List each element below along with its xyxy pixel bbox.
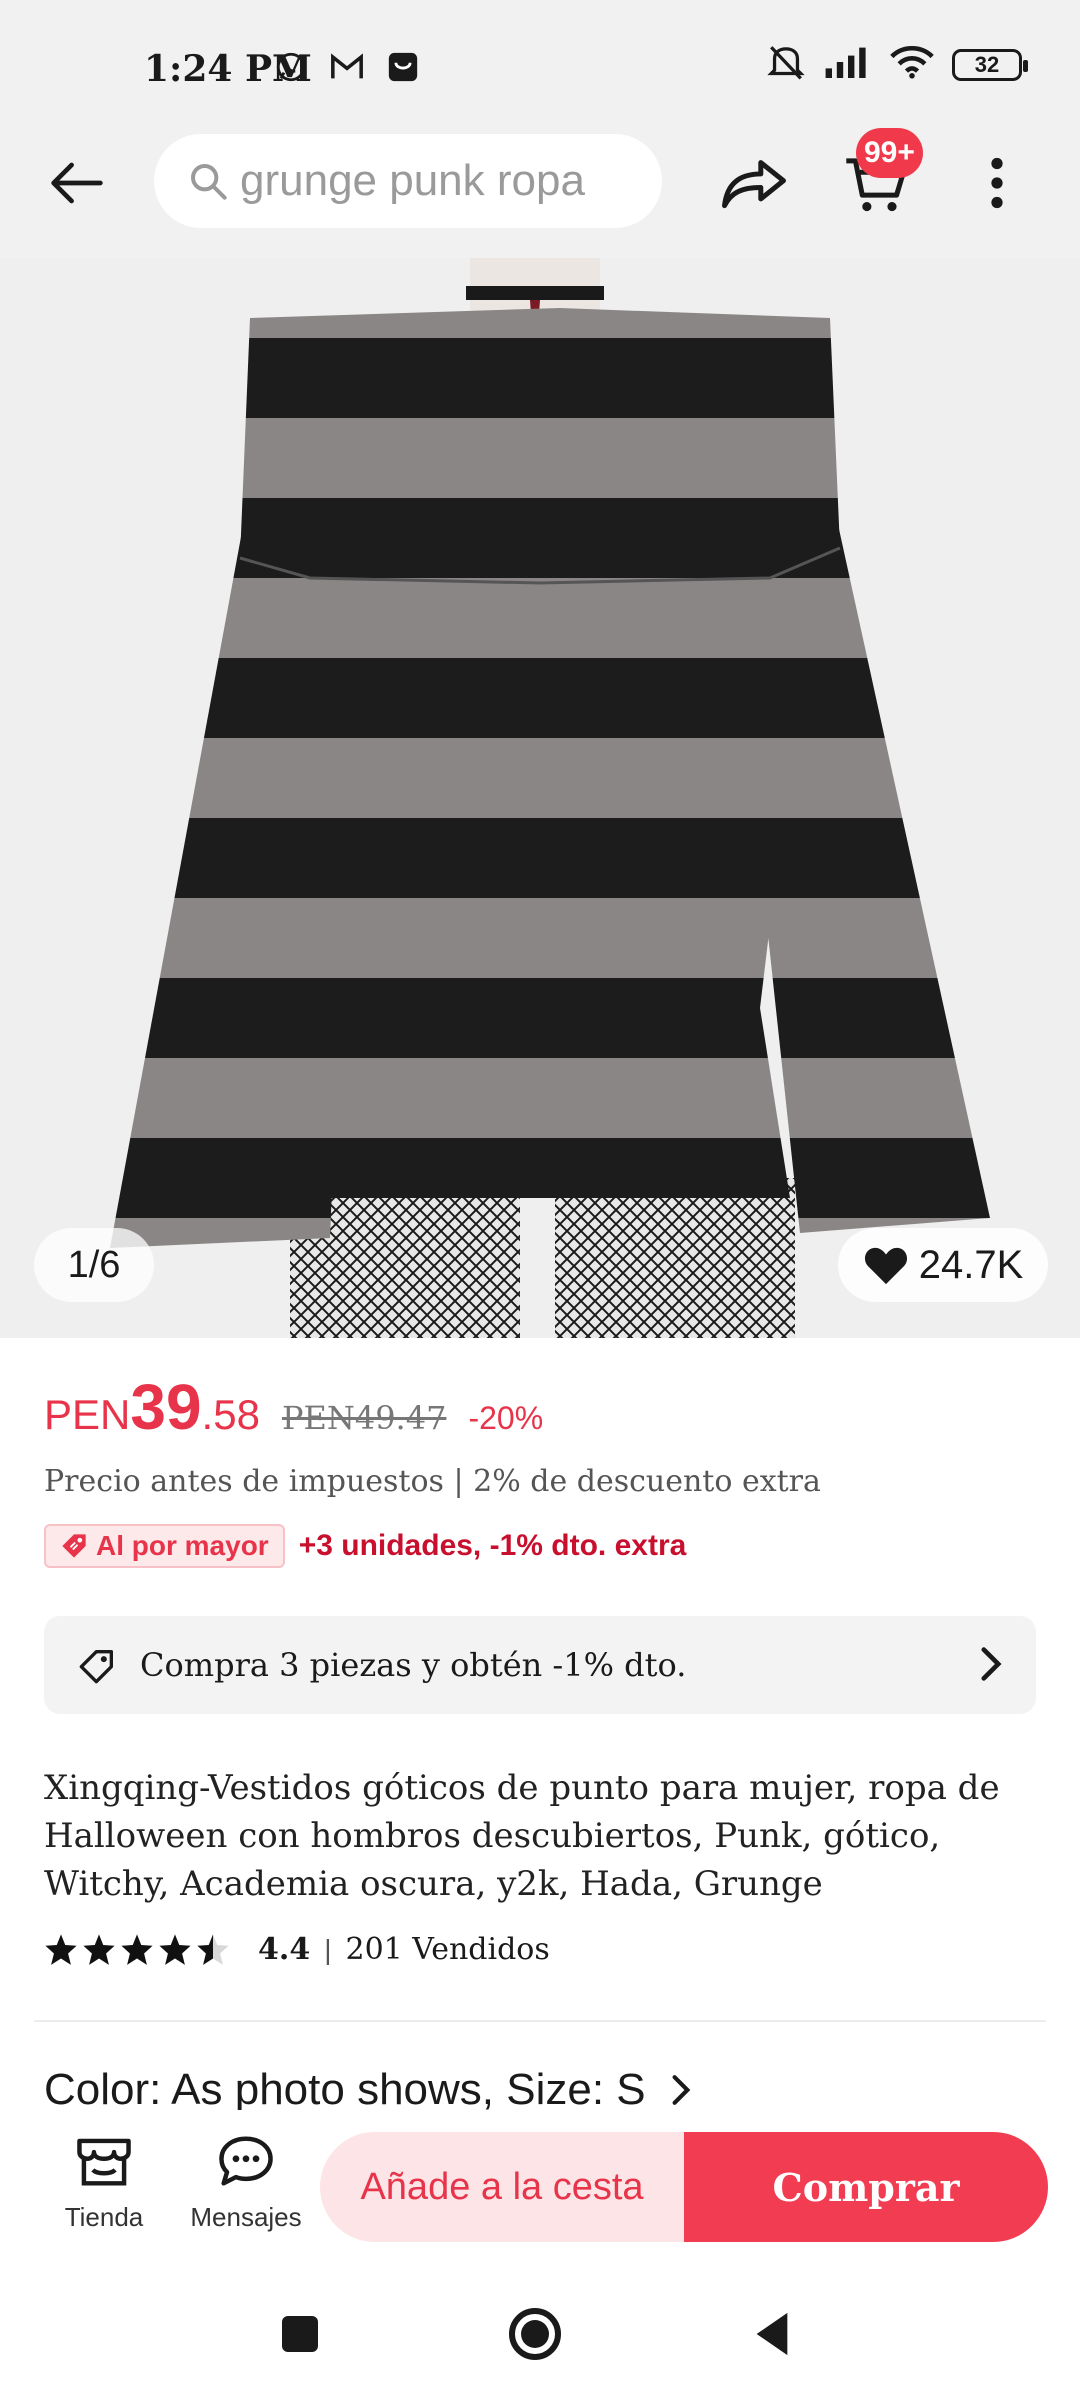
more-options-button[interactable] [972,150,1022,216]
wholesale-badge: Al por mayor [44,1524,285,1568]
promo-text: Compra 3 piezas y obtén -1% dto. [140,1646,687,1684]
back-nav-button[interactable] [742,2304,802,2364]
home-button[interactable] [505,2304,565,2364]
back-button[interactable] [44,150,110,216]
star-icon [45,1933,77,1965]
original-price: PEN49.47 [281,1399,447,1437]
search-icon [191,164,227,200]
notification-icons [272,48,422,86]
chat-bubble-icon [219,2136,273,2186]
tag-icon [62,1534,86,1558]
star-icon [159,1933,191,1965]
mute-icon [766,44,806,85]
wishlist-count: 24.7K [918,1242,1024,1287]
star-rating [44,1933,230,1967]
system-nav-bar [0,2270,1080,2400]
home-circle-icon [509,2308,561,2360]
share-icon [722,160,786,209]
product-title: Xingqing-Vestidos góticos de punto para … [44,1768,1000,1904]
rating-value: 4.4 [258,1932,311,1967]
search-input[interactable]: grunge punk ropa [154,134,662,228]
star-icon [121,1933,153,1965]
product-image[interactable]: 1/6 24.7K [0,258,1080,1338]
store-label: Tienda [64,2202,144,2232]
shop-icon [384,48,422,86]
image-counter: 1/6 [34,1228,154,1302]
coupon-tag-icon [79,1650,114,1684]
cart-count-badge: 99+ [856,128,923,178]
messages-button[interactable]: Mensajes [186,2134,306,2254]
striped-dress-photo [0,258,1080,1338]
wishlist-button[interactable]: 24.7K [838,1228,1048,1302]
price-integer: 39 [130,1371,202,1443]
rating-row[interactable]: 4.4 | 201 Vendidos [44,1932,550,1967]
share-button[interactable] [716,148,792,218]
variant-text: Color: As photo shows, Size: S [44,2065,646,2114]
price-currency: PEN [44,1391,131,1438]
half-star-icon [197,1933,229,1965]
chevron-right-icon [981,1647,1002,1681]
signal-icon [824,46,872,83]
rating-separator: | [324,1933,332,1965]
wholesale-row[interactable]: Al por mayor +3 unidades, -1% dto. extra [44,1524,686,1568]
promo-card[interactable]: Compra 3 piezas y obtén -1% dto. [44,1616,1036,1714]
sold-count: 201 Vendidos [345,1932,550,1967]
recents-button[interactable] [270,2304,330,2364]
status-right: 32 [766,44,1028,85]
wholesale-offer: +3 unidades, -1% dto. extra [298,1529,687,1562]
status-bar: 1:24 PM 32 [0,0,1080,120]
square-icon [282,2316,318,2352]
add-to-cart-button[interactable]: Añade a la cesta [320,2132,684,2242]
section-divider [34,2020,1046,2022]
tax-note: Precio antes de impuestos | 2% de descue… [44,1464,821,1499]
messages-label: Mensajes [190,2202,302,2232]
more-vertical-icon [991,157,1003,209]
search-query: grunge punk ropa [240,156,585,205]
price-decimal: .58 [201,1391,260,1438]
store-icon [77,2138,131,2186]
store-button[interactable]: Tienda [54,2134,154,2254]
bottom-action-bar: Tienda Mensajes Añade a la cesta Comprar [0,2110,1080,2270]
battery-indicator: 32 [952,48,1028,81]
chevron-right-icon [672,2075,690,2105]
price-row: PEN 39 .58 PEN49.47 -20% [44,1370,543,1444]
wholesale-label: Al por mayor [96,1530,269,1561]
arrow-left-icon [51,162,103,204]
discount-percent: -20% [468,1400,544,1436]
star-icon [83,1933,115,1965]
buy-now-button[interactable]: Comprar [684,2132,1048,2242]
triangle-back-icon [756,2312,788,2356]
wifi-icon [890,45,934,84]
heart-icon [864,1247,907,1285]
whatsapp-icon [272,48,310,86]
gmail-icon [328,48,366,86]
